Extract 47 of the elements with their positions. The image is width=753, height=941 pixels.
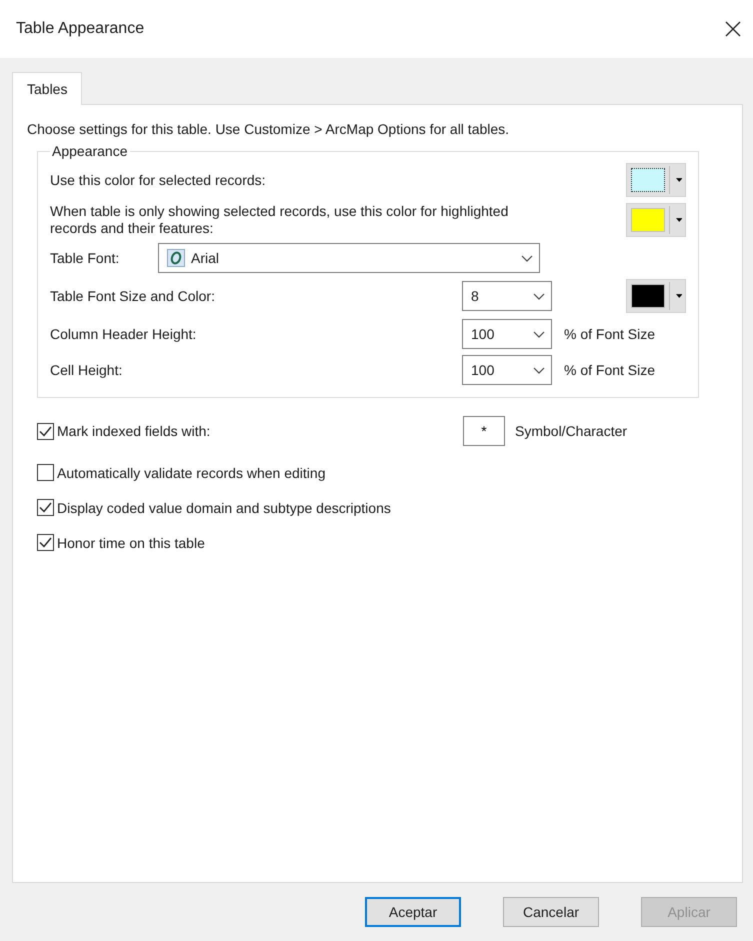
checkbox-label: Honor time on this table (57, 534, 205, 550)
dialog-button[interactable]: Aceptar (365, 897, 461, 927)
dropdown-value: 100 (471, 326, 496, 342)
chevron-down-icon (533, 330, 545, 338)
color-picker-button[interactable] (626, 163, 686, 197)
window-title: Table Appearance (16, 20, 144, 38)
color-picker-button[interactable] (626, 279, 686, 313)
intro-text: Choose settings for this table. Use Customize > ArcMap Options for all tables. (27, 121, 510, 137)
checkbox[interactable] (37, 422, 54, 440)
tab[interactable]: Tables (12, 72, 82, 105)
setting-label: Table Font: (50, 250, 120, 266)
dropdown-caret-icon (676, 218, 682, 222)
size-dropdown[interactable]: 100 (462, 355, 552, 385)
checkbox[interactable] (37, 499, 54, 516)
checkmark-icon (39, 502, 52, 513)
checkbox[interactable] (37, 534, 54, 551)
checkbox-label: Display coded value domain and subtype descriptions (57, 500, 391, 516)
setting-label: Column Header Height: (50, 326, 198, 342)
setting-label: Table Font Size and Color: (50, 288, 216, 304)
size-dropdown[interactable]: 8 (462, 281, 552, 311)
setting-label: When table is only showing selected records, use this color for highlighted records and their features: (50, 203, 510, 237)
dropdown-caret-icon (676, 178, 682, 182)
chevron-down-icon (533, 366, 545, 374)
dropdown-value: 8 (471, 288, 480, 304)
chevron-down-icon (533, 292, 545, 300)
checkmark-icon (39, 537, 52, 548)
setting-label: Cell Height: (50, 362, 124, 378)
dropdown-value: Arial (191, 250, 220, 266)
dialog-button[interactable]: Cancelar (503, 897, 599, 927)
checkbox-label: Automatically validate records when editing (57, 464, 326, 480)
size-dropdown[interactable]: 100 (462, 319, 552, 349)
symbol-field[interactable]: * (463, 416, 505, 446)
font-icon (167, 249, 185, 267)
chevron-down-icon (521, 254, 533, 262)
unit-label: % of Font Size (564, 362, 656, 378)
unit-label: % of Font Size (564, 326, 656, 342)
checkbox-label: Mark indexed fields with: (57, 423, 210, 439)
setting-label: Use this color for selected records: (50, 172, 267, 188)
field-label: Symbol/Character (515, 423, 628, 439)
group-title: Appearance (51, 143, 129, 159)
dropdown-caret-icon (676, 294, 682, 298)
close-icon[interactable] (725, 21, 741, 37)
color-picker-button[interactable] (626, 203, 686, 237)
checkmark-icon (39, 426, 52, 436)
font-dropdown[interactable]: Arial (158, 243, 540, 273)
dropdown-value: 100 (471, 362, 496, 378)
checkbox[interactable] (37, 464, 54, 481)
